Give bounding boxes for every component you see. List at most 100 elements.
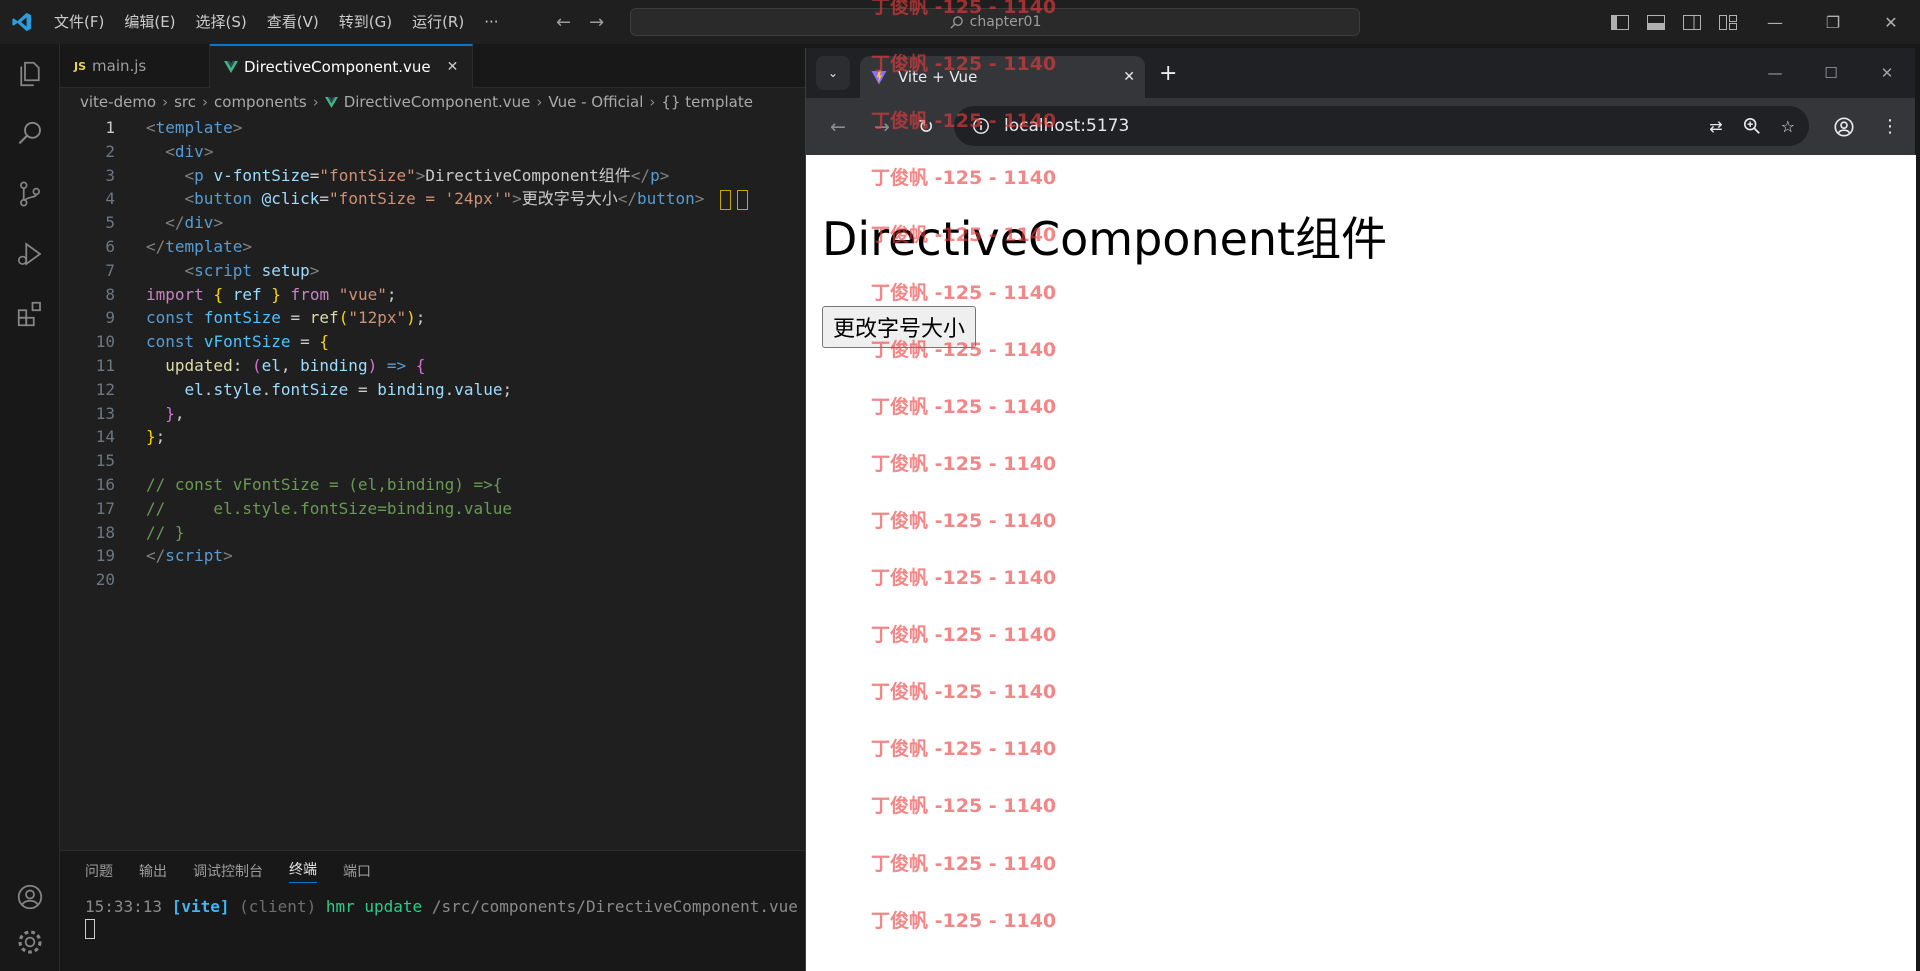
browser-window: ⌄ Vite + Vue ✕ + — ☐ ✕ ← → ↻ localhost:5… [805,48,1916,971]
breadcrumb-item[interactable]: vite-demo [80,93,156,111]
activity-bar-bottom [0,867,60,971]
address-bar-actions: ⇄ ☆ [1709,106,1795,146]
run-debug-icon[interactable] [0,224,60,284]
menu-view[interactable]: 查看(V) [257,0,329,44]
breadcrumb-item[interactable]: {} template [661,93,753,111]
code-editor[interactable]: 1 <template> 2 <div> 3 <p v-fontSize="fon… [60,116,805,592]
minimize-button[interactable]: — [1746,0,1804,44]
back-arrow-icon[interactable]: ← [556,12,571,33]
source-control-icon[interactable] [0,164,60,224]
menu-bar: 文件(F) 编辑(E) 选择(S) 查看(V) 转到(G) 运行(R) ··· [44,0,509,44]
close-tab-icon[interactable]: ✕ [1123,69,1135,85]
toggle-primary-sidebar-icon[interactable] [1602,0,1638,44]
terminal-output[interactable]: 15:33:13 [vite] (client) hmr update /src… [60,891,805,939]
forward-arrow-icon[interactable]: → [589,12,604,33]
unicode-highlight-box [720,189,732,210]
profile-icon[interactable] [1833,116,1855,138]
url-text: localhost:5173 [1004,116,1130,136]
close-tab-icon[interactable]: ✕ [447,59,459,75]
tab-directive-component[interactable]: DirectiveComponent.vue ✕ [210,44,474,88]
line-number: 8 [105,284,115,304]
tab-terminal[interactable]: 终端 [289,859,317,883]
browser-minimize-icon[interactable]: — [1747,64,1803,82]
restore-button[interactable]: ❐ [1804,0,1862,44]
tab-debug-console[interactable]: 调试控制台 [193,861,263,881]
breadcrumb-item[interactable]: src [174,93,196,111]
manage-gear-icon[interactable] [0,927,60,971]
code-line: 15 [60,449,805,473]
menu-file[interactable]: 文件(F) [44,0,114,44]
editor-tabs: JS main.js DirectiveComponent.vue ✕ [60,44,805,88]
chevron-down-icon[interactable]: ⌄ [816,56,850,90]
line-number: 3 [105,165,115,185]
unicode-highlight-box [737,189,749,210]
change-font-size-button[interactable]: 更改字号大小 [822,306,977,348]
toggle-secondary-sidebar-icon[interactable] [1674,0,1710,44]
menu-edit[interactable]: 编辑(E) [114,0,185,44]
tab-problems[interactable]: 问题 [85,861,113,881]
code-line: 7 <script setup> [60,259,805,283]
code-line: 3 <p v-fontSize="fontSize">DirectiveComp… [60,164,805,188]
line-number: 20 [95,570,115,590]
new-tab-icon[interactable]: + [1159,61,1177,86]
code-line: 6 </template> [60,235,805,259]
breadcrumb-item[interactable]: Vue - Official [548,93,643,111]
vue-file-icon [324,96,338,108]
menu-go[interactable]: 转到(G) [329,0,402,44]
accounts-icon[interactable] [0,867,60,927]
browser-toolbar: ← → ↻ localhost:5173 ⇄ ☆ ⋮ [806,98,1915,155]
line-number: 1 [105,118,115,137]
browser-back-icon[interactable]: ← [816,116,860,138]
chevron-right-icon: › [202,93,209,111]
zoom-icon[interactable] [1743,117,1761,135]
code-line: 9 const fontSize = ref("12px"); [60,306,805,330]
explorer-icon[interactable] [0,44,60,104]
code-line: 1 <template> [60,116,805,140]
address-bar[interactable]: localhost:5173 ⇄ ☆ [954,106,1809,146]
extensions-icon[interactable] [0,284,60,344]
bottom-panel: 问题 输出 调试控制台 终端 端口 15:33:13 [vite] (clien… [60,850,805,971]
vite-favicon-icon [871,70,887,85]
browser-close-icon[interactable]: ✕ [1859,64,1915,82]
breadcrumb: vite-demo › src › components › DirectiveCom… [60,88,805,116]
tab-ports[interactable]: 端口 [343,861,371,881]
browser-forward-icon[interactable]: → [860,116,904,138]
breadcrumb-item[interactable]: DirectiveComponent.vue [344,93,531,111]
vscode-logo-icon [0,0,44,44]
line-number: 13 [95,403,115,423]
browser-menu-icon[interactable]: ⋮ [1881,116,1899,137]
browser-tab-strip: ⌄ Vite + Vue ✕ + — ☐ ✕ [806,48,1915,98]
chevron-right-icon: › [649,93,656,111]
close-window-button[interactable]: ✕ [1862,0,1920,44]
tab-label: main.js [92,57,147,75]
bookmark-star-icon[interactable]: ☆ [1781,117,1795,136]
menu-selection[interactable]: 选择(S) [186,0,257,44]
customize-layout-icon[interactable] [1710,0,1746,44]
tab-main-js[interactable]: JS main.js [60,44,210,88]
site-info-icon[interactable] [972,117,990,135]
browser-profile-actions: ⋮ [1833,98,1899,155]
browser-tab[interactable]: Vite + Vue ✕ [860,56,1145,98]
code-line: 10 const vFontSize = { [60,330,805,354]
tab-label: DirectiveComponent.vue [244,58,431,76]
search-sidebar-icon[interactable] [0,104,60,164]
title-bar: 文件(F) 编辑(E) 选择(S) 查看(V) 转到(G) 运行(R) ··· … [0,0,1920,44]
browser-viewport: DirectiveComponent组件 更改字号大小 [806,155,1916,971]
terminal-cursor [85,919,95,939]
translate-icon[interactable]: ⇄ [1709,117,1722,136]
line-number: 11 [95,355,115,375]
browser-tab-title: Vite + Vue [898,68,978,86]
toggle-panel-icon[interactable] [1638,0,1674,44]
menu-run[interactable]: 运行(R) [402,0,474,44]
menu-more[interactable]: ··· [474,0,508,44]
breadcrumb-item[interactable]: components [214,93,307,111]
command-center-search[interactable]: chapter01 [630,8,1360,36]
reload-icon[interactable]: ↻ [904,116,948,138]
line-number: 10 [95,332,115,352]
tab-output[interactable]: 输出 [139,861,167,881]
search-icon [950,15,963,29]
browser-window-controls: — ☐ ✕ [1747,48,1915,98]
browser-maximize-icon[interactable]: ☐ [1803,64,1859,82]
line-number: 7 [105,260,115,280]
line-number: 18 [95,522,115,542]
